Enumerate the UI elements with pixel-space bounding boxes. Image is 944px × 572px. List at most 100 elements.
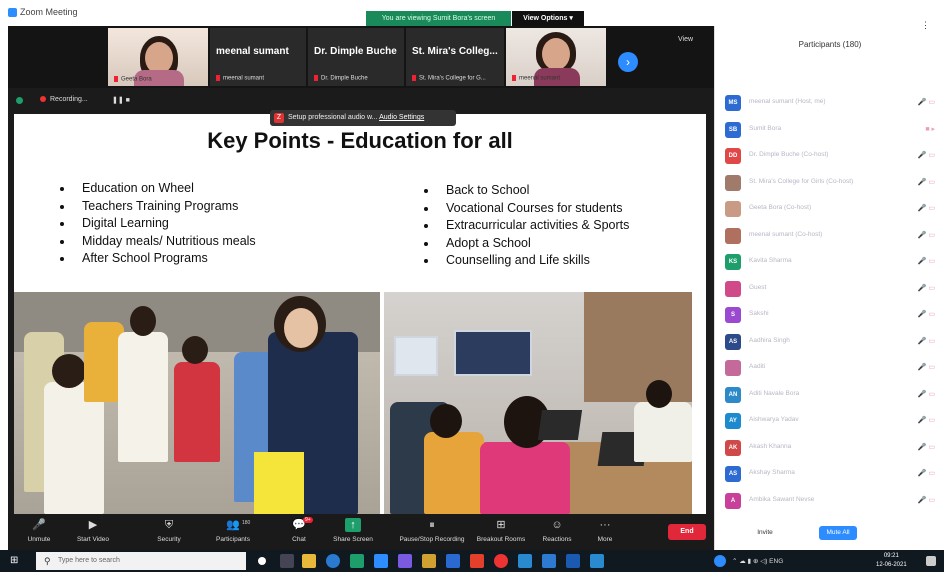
participant-row[interactable]: A Ambika Sawant Nevse 🎤 ▭ [725,492,937,510]
mic-video-status-icon[interactable]: 🎤 ▭ [918,257,935,265]
zoom-active-icon[interactable] [590,554,604,568]
chat-button[interactable]: 💬 Chat 9+ [270,517,328,543]
mic-video-status-icon[interactable]: 🎤 ▭ [918,416,935,424]
panel-menu-icon[interactable]: ⋮ [921,20,930,31]
more-icon: ··· [599,519,611,531]
mic-video-status-icon[interactable]: 🎤 ▭ [918,284,935,292]
avatar: AY [725,413,741,429]
participant-name: meenal sumant (Host, me) [749,98,826,105]
mic-video-status-icon[interactable]: ■ ▸ [925,125,935,133]
participant-row[interactable]: Guest 🎤 ▭ [725,280,937,298]
mic-video-status-icon[interactable]: 🎤 ▭ [918,337,935,345]
list-item: Vocational Courses for students [424,200,629,218]
windows-start-icon[interactable]: ⊞ [10,555,22,567]
mail-icon[interactable] [446,554,460,568]
participant-row[interactable]: SB Sumit Bora ■ ▸ [725,121,937,139]
participant-row[interactable]: Geeta Bora (Co-host) 🎤 ▭ [725,200,937,218]
security-button[interactable]: ⛨ Security [140,518,198,543]
video-tile-stmiras[interactable]: St. Mira's Colleg... St. Mira's College … [406,28,504,86]
computer-lab-photo [384,292,692,514]
breakout-rooms-button[interactable]: ⊞ Breakout Rooms [470,518,532,543]
system-tray[interactable]: ⌃ ☁ ▮ ⊕ ◁) ENG [732,557,783,565]
reactions-icon: ☺ [551,519,563,531]
participant-row[interactable]: KS Kavita Sharma 🎤 ▭ [725,253,937,271]
share-screen-button[interactable]: ↑ Share Screen [324,518,382,543]
avatar: AS [725,466,741,482]
participant-row[interactable]: AY Aishwarya Yadav 🎤 ▭ [725,412,937,430]
view-options-button[interactable]: View Options ▾ [512,11,584,27]
slide-title: Key Points - Education for all [207,128,513,153]
video-tile-meenal-video[interactable]: meenal sumant [506,28,606,86]
pause-stop-icon: ⏸ [429,519,435,531]
video-tile-geeta[interactable]: Geeta Bora [108,28,208,86]
start-video-button[interactable]: ▶ Start Video [64,518,122,543]
chrome-icon[interactable] [494,554,508,568]
mute-all-button[interactable]: Mute All [819,526,857,540]
unmute-button[interactable]: 🎤 Unmute [10,518,68,543]
app-icon-2[interactable] [566,554,580,568]
participant-row[interactable]: AS Akshay Sharma 🎤 ▭ [725,465,937,483]
file-explorer-icon[interactable] [302,554,316,568]
participant-name: Akshay Sharma [749,469,795,476]
mic-video-status-icon[interactable]: 🎤 ▭ [918,204,935,212]
participant-row[interactable]: AN Aditi Navale Bora 🎤 ▭ [725,386,937,404]
mic-video-status-icon[interactable]: 🎤 ▭ [918,390,935,398]
teams-icon[interactable] [398,554,412,568]
participant-row[interactable]: St. Mira's College for Girls (Co-host) 🎤 … [725,174,937,192]
audio-settings-link[interactable]: Audio Settings [379,114,424,121]
list-item: Back to School [424,182,629,200]
video-tile-meenal[interactable]: meenal sumant meenal sumant [210,28,306,86]
video-tile-dimple[interactable]: Dr. Dimple Buche Dr. Dimple Buche [308,28,404,86]
notifications-icon[interactable] [926,556,936,566]
mic-video-status-icon[interactable]: 🎤 ▭ [918,310,935,318]
participants-button[interactable]: 👥 Participants 180 [204,518,262,543]
participant-label: meenal sumant [216,75,264,82]
end-meeting-button[interactable]: End [668,524,706,540]
mic-video-status-icon[interactable]: 🎤 ▭ [918,151,935,159]
pause-stop-recording-button[interactable]: ⏸ Pause/Stop Recording [392,518,472,543]
participant-row[interactable]: AK Akash Khanna 🎤 ▭ [725,439,937,457]
mic-video-status-icon[interactable]: 🎤 ▭ [918,231,935,239]
taskbar-clock[interactable]: 09:21 12-06-2021 [876,552,907,570]
zoom-tray-icon[interactable] [714,555,726,567]
mic-video-status-icon[interactable]: 🎤 ▭ [918,496,935,504]
participant-row[interactable]: AS Aadhira Singh 🎤 ▭ [725,333,937,351]
participants-title: Participants (180) [798,40,862,49]
participant-row[interactable]: MS meenal sumant (Host, me) 🎤 ▭ [725,94,937,112]
more-button[interactable]: ··· More [576,518,634,543]
mic-video-status-icon[interactable]: 🎤 ▭ [918,469,935,477]
task-view-icon[interactable] [280,554,294,568]
mic-video-status-icon[interactable]: 🎤 ▭ [918,98,935,106]
recording-controls[interactable]: ❚❚ ■ [112,96,130,104]
mic-video-status-icon[interactable]: 🎤 ▭ [918,443,935,451]
breakout-rooms-icon: ⊞ [496,519,506,531]
powerpoint-icon[interactable] [470,554,484,568]
word-icon[interactable] [518,554,532,568]
participants-count: 180 [242,520,251,526]
next-page-button[interactable]: › [618,52,638,72]
participants-icon: 👥 [226,519,240,531]
participant-name: Dr. Dimple Buche [314,46,397,57]
outlook-icon[interactable] [542,554,556,568]
participant-row[interactable]: meenal sumant (Co-host) 🎤 ▭ [725,227,937,245]
mic-video-status-icon[interactable]: 🎤 ▭ [918,363,935,371]
participants-panel: ⋮ Participants (180) MS meenal sumant (Ho… [714,20,944,550]
zoom-taskbar-icon[interactable] [374,554,388,568]
store-icon[interactable] [350,554,364,568]
cortana-icon[interactable] [258,557,266,565]
taskbar-search-input[interactable]: Type here to search [36,552,246,570]
participant-row[interactable]: Aaditi 🎤 ▭ [725,359,937,377]
participant-name: meenal sumant (Co-host) [749,230,823,238]
participant-row[interactable]: S Sakshi 🎤 ▭ [725,306,937,324]
participant-row[interactable]: DD Dr. Dimple Buche (Co-host) 🎤 ▭ [725,147,937,165]
view-button[interactable]: View [678,36,693,43]
mic-video-status-icon[interactable]: 🎤 ▭ [918,178,935,186]
avatar: S [725,307,741,323]
avatar [725,360,741,376]
audio-settings-tooltip[interactable]: Z Setup professional audio w... Audio Se… [270,110,456,126]
clock-time: 09:21 [883,553,899,559]
edge-browser-icon[interactable] [326,554,340,568]
app-icon[interactable] [422,554,436,568]
invite-button[interactable]: Invite [745,526,785,540]
list-item: Extracurricular activities & Sports [424,217,629,235]
